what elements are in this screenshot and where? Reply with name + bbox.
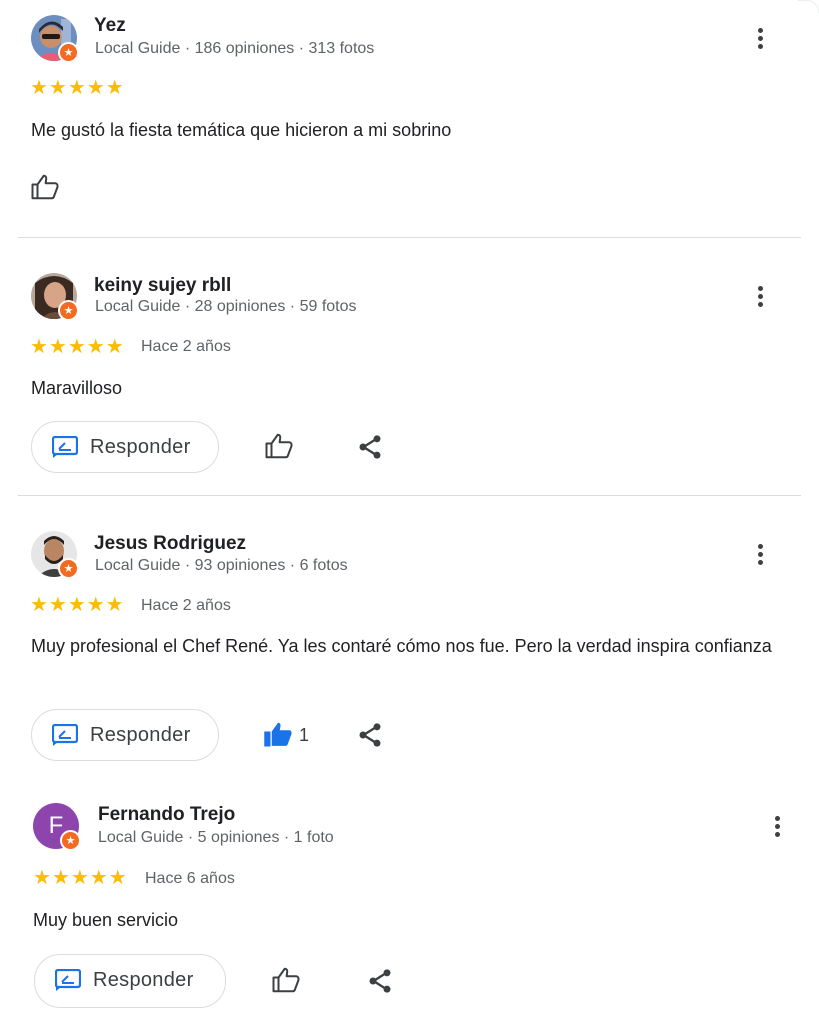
reviewer-name[interactable]: Fernando Trejo xyxy=(98,804,235,826)
review-card: ★ Jesus Rodriguez Local Guide · 93 opini… xyxy=(0,496,819,786)
reply-icon xyxy=(52,436,78,458)
star-rating: ★★★★★ xyxy=(30,75,125,99)
reviewer-name[interactable]: Yez xyxy=(94,15,126,37)
review-text: Me gustó la fiesta temática que hicieron… xyxy=(31,120,452,140)
local-guide-star-icon: ★ xyxy=(58,42,79,63)
more-vert-icon[interactable] xyxy=(765,813,789,843)
review-time: Hace 2 años xyxy=(141,597,231,614)
star-rating: ★★★★★ xyxy=(33,865,128,889)
avatar[interactable]: F ★ xyxy=(33,803,81,851)
reply-label: Responder xyxy=(90,436,191,458)
reviewer-meta[interactable]: Local Guide · 5 opiniones · 1 foto xyxy=(98,829,334,847)
like-count: 1 xyxy=(299,725,310,745)
reply-label: Responder xyxy=(93,969,194,991)
star-rating: ★★★★★ xyxy=(30,592,125,616)
reviewer-meta[interactable]: Local Guide · 186 opiniones · 313 fotos xyxy=(95,40,374,58)
avatar[interactable]: ★ xyxy=(31,15,79,63)
reply-icon xyxy=(52,724,78,746)
reviewer-meta[interactable]: Local Guide · 93 opiniones · 6 fotos xyxy=(95,557,348,575)
local-guide-star-icon: ★ xyxy=(60,830,81,851)
review-card: F ★ Fernando Trejo Local Guide · 5 opini… xyxy=(0,786,819,1024)
local-guide-star-icon: ★ xyxy=(58,558,79,579)
reviewer-meta[interactable]: Local Guide · 28 opiniones · 59 fotos xyxy=(95,298,357,316)
avatar[interactable]: ★ xyxy=(31,531,79,579)
share-icon[interactable] xyxy=(356,433,390,467)
review-card: ★ keiny sujey rbll Local Guide · 28 opin… xyxy=(0,238,819,495)
share-icon[interactable] xyxy=(356,721,390,755)
reply-button[interactable]: Responder xyxy=(31,709,219,761)
reply-icon xyxy=(55,969,81,991)
more-vert-icon[interactable] xyxy=(748,283,772,313)
reviewer-name[interactable]: keiny sujey rbll xyxy=(94,275,231,297)
thumb-up-icon[interactable] xyxy=(30,172,64,206)
review-time: Hace 2 años xyxy=(141,338,231,355)
thumb-up-filled-icon[interactable] xyxy=(263,719,297,753)
review-text: Muy profesional el Chef René. Ya les con… xyxy=(31,636,772,656)
review-time: Hace 6 años xyxy=(145,870,235,887)
reply-button[interactable]: Responder xyxy=(31,421,219,473)
avatar[interactable]: ★ xyxy=(31,273,79,321)
reply-button[interactable]: Responder xyxy=(34,954,226,1008)
review-text: Maravilloso xyxy=(31,378,123,398)
review-text: Muy buen servicio xyxy=(33,910,179,930)
share-icon[interactable] xyxy=(366,967,400,1001)
more-vert-icon[interactable] xyxy=(748,541,772,571)
reply-label: Responder xyxy=(90,724,191,746)
review-card: ★ Yez Local Guide · 186 opiniones · 313 … xyxy=(0,0,819,237)
thumb-up-icon[interactable] xyxy=(271,965,305,999)
reviewer-name[interactable]: Jesus Rodriguez xyxy=(94,533,246,555)
thumb-up-icon[interactable] xyxy=(264,431,298,465)
local-guide-star-icon: ★ xyxy=(58,300,79,321)
more-vert-icon[interactable] xyxy=(748,25,772,55)
star-rating: ★★★★★ xyxy=(30,334,125,358)
